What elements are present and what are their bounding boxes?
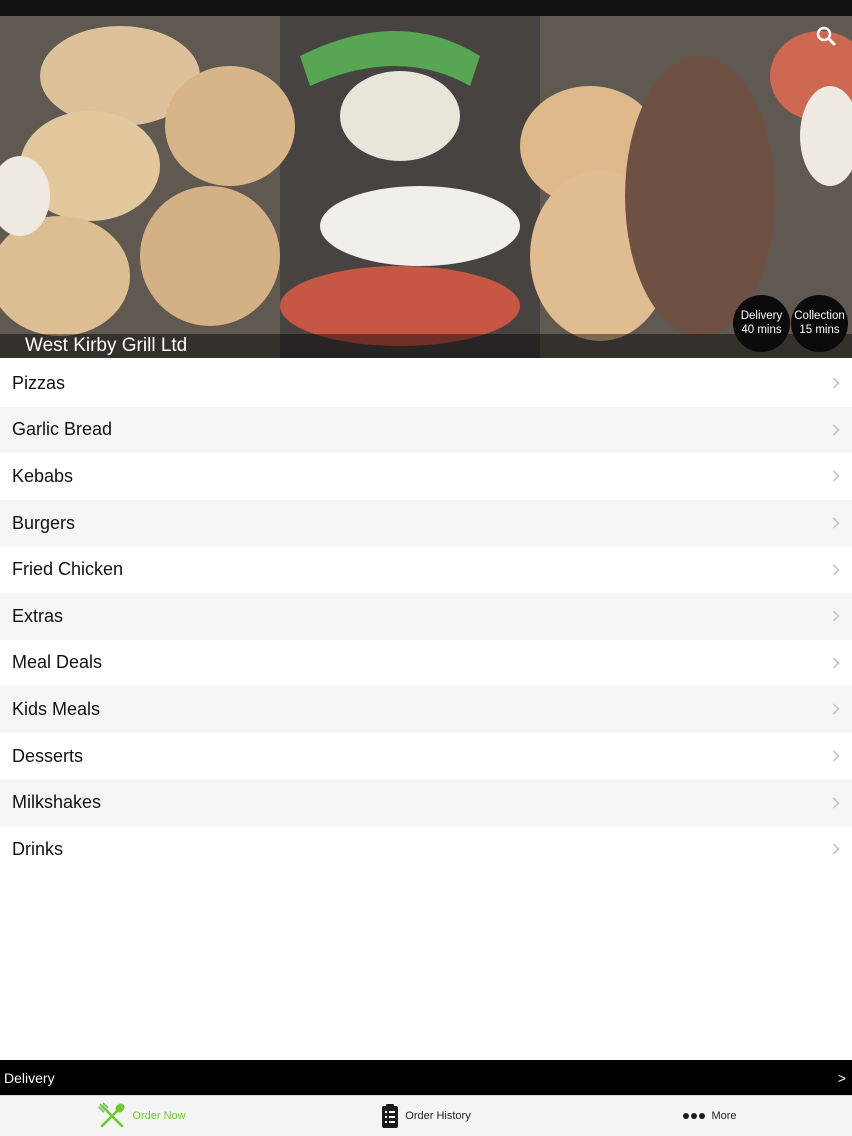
chevron-right-icon [832, 703, 840, 716]
bottom-tab-bar: Order Now Order History More [0, 1095, 852, 1136]
collection-badge-time: 15 mins [799, 324, 840, 336]
menu-item-drinks[interactable]: Drinks [0, 825, 852, 873]
order-mode-bar[interactable]: Delivery > [0, 1060, 852, 1095]
menu-item-label: Extras [12, 605, 64, 626]
menu-item-label: Meal Deals [12, 652, 103, 673]
tab-order-history[interactable]: Order History [284, 1096, 568, 1136]
chevron-right-icon [832, 564, 840, 576]
menu-item-label: Burgers [12, 512, 76, 533]
chevron-right-icon [832, 424, 840, 436]
delivery-badge-time: 40 mins [741, 324, 782, 336]
chevron-right-icon [832, 843, 840, 855]
tab-label: Order History [405, 1110, 471, 1122]
order-mode-label: Delivery [4, 1069, 55, 1086]
collection-time-badge: Collection 15 mins [791, 295, 848, 352]
delivery-badge-title: Delivery [740, 310, 783, 322]
menu-item-burgers[interactable]: Burgers [0, 499, 852, 547]
menu-item-kebabs[interactable]: Kebabs [0, 453, 852, 500]
clipboard-icon [382, 1104, 399, 1128]
tab-order-now[interactable]: Order Now [0, 1096, 284, 1136]
menu-item-label: Kids Meals [12, 698, 101, 719]
menu-item-label: Fried Chicken [12, 559, 124, 580]
chevron-right-icon [832, 797, 840, 809]
collection-badge-title: Collection [794, 310, 845, 322]
order-mode-arrow: > [837, 1069, 846, 1086]
search-icon[interactable] [814, 24, 838, 48]
menu-item-label: Drinks [12, 838, 64, 859]
menu-item-pizzas[interactable]: Pizzas [0, 360, 852, 407]
menu-item-extras[interactable]: Extras [0, 592, 852, 640]
menu-item-fried-chicken[interactable]: Fried Chicken [0, 546, 852, 593]
header-banner: West Kirby Grill Ltd Delivery 40 mins Co… [0, 16, 852, 358]
menu-item-label: Milkshakes [12, 792, 102, 813]
tab-label: More [711, 1110, 737, 1122]
tab-more[interactable]: More [568, 1096, 852, 1136]
menu-item-kids-meals[interactable]: Kids Meals [0, 686, 852, 733]
menu-item-milkshakes[interactable]: Milkshakes [0, 779, 852, 826]
restaurant-name: West Kirby Grill Ltd [25, 335, 188, 356]
chevron-right-icon [832, 517, 840, 529]
menu-item-label: Kebabs [12, 465, 74, 486]
chevron-right-icon [832, 610, 840, 622]
delivery-time-badge: Delivery 40 mins [733, 295, 790, 352]
fork-knife-icon [98, 1102, 125, 1128]
tab-label: Order Now [132, 1110, 186, 1122]
more-dots-icon [683, 1113, 706, 1119]
chevron-right-icon [832, 750, 840, 762]
food-photo [0, 16, 852, 358]
menu-item-label: Desserts [12, 745, 84, 766]
menu-item-desserts[interactable]: Desserts [0, 732, 852, 780]
menu-item-label: Pizzas [12, 372, 66, 393]
status-bar [0, 0, 852, 16]
chevron-right-icon [832, 470, 840, 483]
chevron-right-icon [832, 377, 840, 389]
menu-item-meal-deals[interactable]: Meal Deals [0, 639, 852, 687]
menu-category-list: Pizzas Garlic Bread Kebabs Burgers Fried… [0, 360, 852, 873]
menu-item-label: Garlic Bread [12, 419, 113, 440]
chevron-right-icon [832, 657, 840, 669]
menu-item-garlic-bread[interactable]: Garlic Bread [0, 406, 852, 454]
